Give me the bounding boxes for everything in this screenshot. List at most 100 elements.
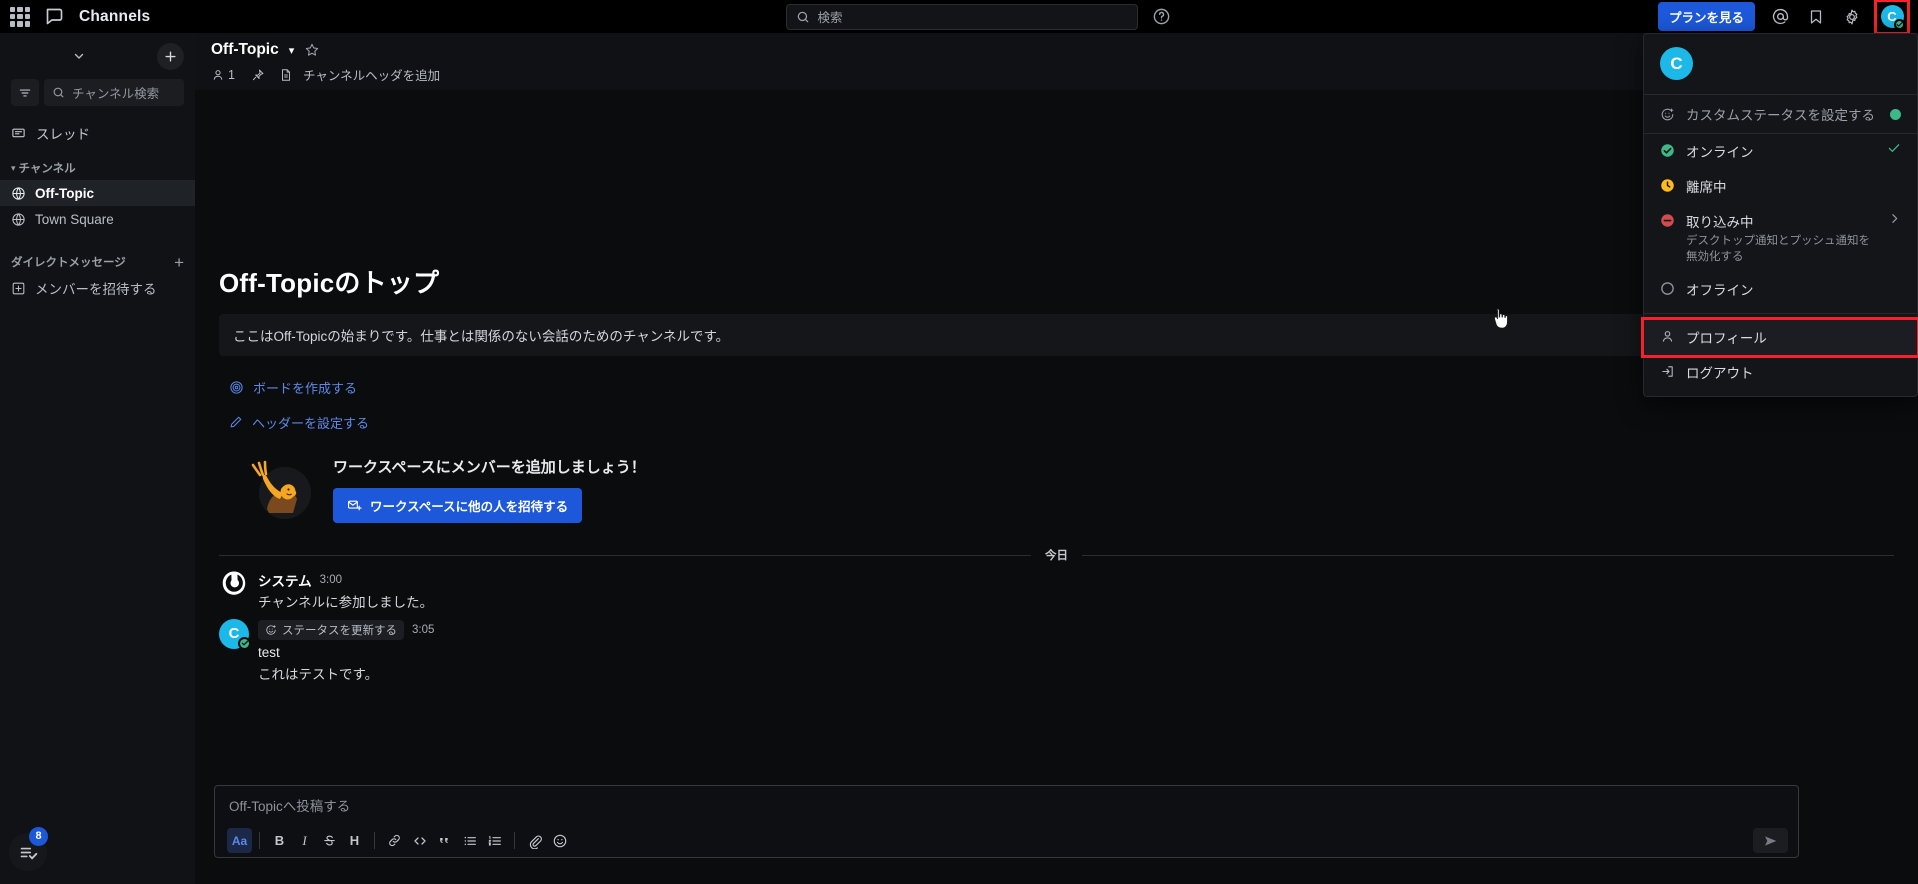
- channel-member-count[interactable]: 1: [211, 68, 241, 82]
- channel-search-input[interactable]: チャンネル検索: [44, 79, 184, 106]
- set-custom-status-item[interactable]: カスタムステータスを設定する: [1644, 95, 1917, 133]
- grid-menu-icon[interactable]: [10, 6, 30, 27]
- add-channel-header-link[interactable]: チャンネルヘッダを追加: [303, 65, 440, 84]
- search-icon: [798, 11, 809, 22]
- mail-invite-icon: [348, 500, 362, 510]
- menu-item-logout[interactable]: ログアウト: [1644, 355, 1917, 390]
- date-separator: 今日: [219, 547, 1894, 563]
- status-label: 離席中: [1686, 180, 1727, 195]
- pencil-icon: [230, 416, 242, 428]
- sidebar-item-threads[interactable]: スレッド: [0, 118, 195, 148]
- waving-person-illustration: [247, 453, 319, 525]
- bulleted-list-button[interactable]: [457, 828, 482, 853]
- post-message: チャンネルに参加しました。: [258, 595, 434, 610]
- quote-button[interactable]: [432, 828, 457, 853]
- toolbar-divider: [259, 832, 260, 849]
- sidebar-category-label[interactable]: ダイレクトメッセージ: [11, 254, 126, 270]
- avatar: C: [1660, 47, 1693, 80]
- user-avatar-button[interactable]: C: [1874, 0, 1910, 35]
- sidebar: チャンネル検索 スレッド ▾ チャンネル Off-Topic Town Squa…: [0, 33, 195, 884]
- status-sublabel: デスクトップ通知とプッシュ通知を無効化する: [1686, 235, 1870, 263]
- post-item-user: C ステータスを更新する 3:05 test これはテストです。: [195, 613, 1918, 685]
- invite-people-button[interactable]: ワークスペースに他の人を招待する: [333, 487, 583, 523]
- help-circle-icon[interactable]: [1152, 7, 1171, 26]
- sidebar-category-channels[interactable]: ▾ チャンネル: [0, 156, 195, 180]
- product-name: Channels: [79, 7, 151, 25]
- sidebar-item-off-topic[interactable]: Off-Topic: [0, 180, 195, 206]
- star-outline-icon[interactable]: [304, 42, 320, 58]
- heading-button[interactable]: H: [342, 828, 367, 853]
- bold-button[interactable]: B: [267, 828, 292, 853]
- menu-item-profile[interactable]: プロフィール: [1641, 317, 1918, 359]
- link-label: ボードを作成する: [253, 380, 358, 396]
- formatting-toggle-button[interactable]: Aa: [227, 828, 252, 853]
- status-online-icon: [1661, 144, 1674, 157]
- channel-title[interactable]: Off-Topic: [211, 41, 279, 59]
- add-member-icon: [12, 282, 25, 294]
- add-direct-message-icon[interactable]: +: [174, 254, 184, 271]
- attachment-button[interactable]: [522, 828, 547, 853]
- status-dropdown-menu: C カスタムステータスを設定する オンライン 離席中 取り込み中 デスクトップ通…: [1641, 33, 1918, 398]
- invite-card-title: ワークスペースにメンバーを追加しましょう！: [333, 458, 646, 476]
- chevron-down-icon[interactable]: ▾: [289, 44, 295, 57]
- message-input[interactable]: Off-Topicへ投稿する: [215, 786, 1798, 824]
- status-item-online[interactable]: オンライン: [1644, 134, 1917, 169]
- emoji-status-icon: [1661, 107, 1674, 120]
- invite-members-card: ワークスペースにメンバーを追加しましょう！ ワークスペースに他の人を招待する: [219, 453, 1894, 525]
- strikethrough-button[interactable]: [317, 828, 342, 853]
- logout-icon: [1662, 366, 1673, 377]
- view-plans-button[interactable]: プランを見る: [1657, 2, 1755, 31]
- chevron-down-icon: ▾: [11, 162, 16, 173]
- sidebar-item-label: メンバーを招待する: [35, 282, 157, 297]
- status-label: 取り込み中: [1686, 215, 1754, 230]
- search-input[interactable]: 検索: [786, 3, 1139, 30]
- sidebar-item-town-square[interactable]: Town Square: [0, 206, 195, 232]
- italic-icon: I: [302, 832, 307, 848]
- set-header-link[interactable]: ヘッダーを設定する: [229, 407, 1894, 437]
- pin-icon[interactable]: [247, 68, 269, 82]
- sidebar-item-invite-members[interactable]: メンバーを招待する: [0, 274, 195, 302]
- status-item-offline[interactable]: オフライン: [1644, 272, 1917, 307]
- bookmark-flag-icon[interactable]: [1805, 6, 1827, 28]
- search-icon: [53, 87, 64, 98]
- search-placeholder: 検索: [817, 11, 843, 25]
- status-item-dnd[interactable]: 取り込み中 デスクトップ通知とプッシュ通知を無効化する: [1644, 204, 1917, 272]
- numbered-list-button[interactable]: [482, 828, 507, 853]
- sidebar-add-button[interactable]: [157, 42, 184, 70]
- emoji-status-icon: [266, 624, 276, 635]
- status-online-dot-icon: [1890, 108, 1901, 120]
- chevron-down-icon[interactable]: [0, 49, 157, 63]
- bold-icon: B: [274, 833, 285, 848]
- post-author[interactable]: システム: [258, 570, 312, 590]
- channel-filter-button[interactable]: [11, 79, 39, 106]
- link-button[interactable]: [382, 828, 407, 853]
- status-item-away[interactable]: 離席中: [1644, 169, 1917, 204]
- sidebar-item-label: Off-Topic: [35, 185, 94, 201]
- avatar[interactable]: C: [219, 618, 251, 650]
- channel-search-placeholder: チャンネル検索: [72, 87, 160, 101]
- quote-icon: [440, 838, 448, 843]
- send-icon: [1764, 835, 1776, 846]
- status-offline-icon: [1661, 282, 1674, 295]
- update-status-chip[interactable]: ステータスを更新する: [258, 619, 404, 640]
- threads-icon: [12, 128, 25, 137]
- toolbar-divider: [514, 832, 515, 849]
- sidebar-category-direct-messages: ダイレクトメッセージ +: [0, 250, 195, 274]
- emoji-button[interactable]: [547, 828, 572, 853]
- post-author[interactable]: test: [258, 643, 1894, 663]
- code-button[interactable]: [407, 828, 432, 853]
- composer-box: Off-Topicへ投稿する Aa B I H: [214, 785, 1799, 858]
- send-button[interactable]: [1753, 828, 1788, 853]
- file-text-icon[interactable]: [275, 68, 297, 82]
- sidebar-item-label: Town Square: [35, 211, 114, 227]
- sidebar-bottom: 8: [0, 810, 195, 884]
- app-root: Channels 検索 プランを見る C チャンネル検索 スレッド ▾ チャンネ…: [0, 0, 1918, 884]
- italic-button[interactable]: I: [292, 828, 317, 853]
- formatting-toolbar: Aa B I H: [215, 824, 1798, 857]
- chevron-right-icon[interactable]: [1888, 212, 1901, 228]
- emoji-smiley-icon: [553, 834, 566, 847]
- at-mention-icon[interactable]: [1769, 6, 1791, 28]
- sidebar-item-label: スレッド: [36, 127, 90, 142]
- gear-icon[interactable]: [1841, 6, 1863, 28]
- status-away-icon: [1661, 179, 1674, 192]
